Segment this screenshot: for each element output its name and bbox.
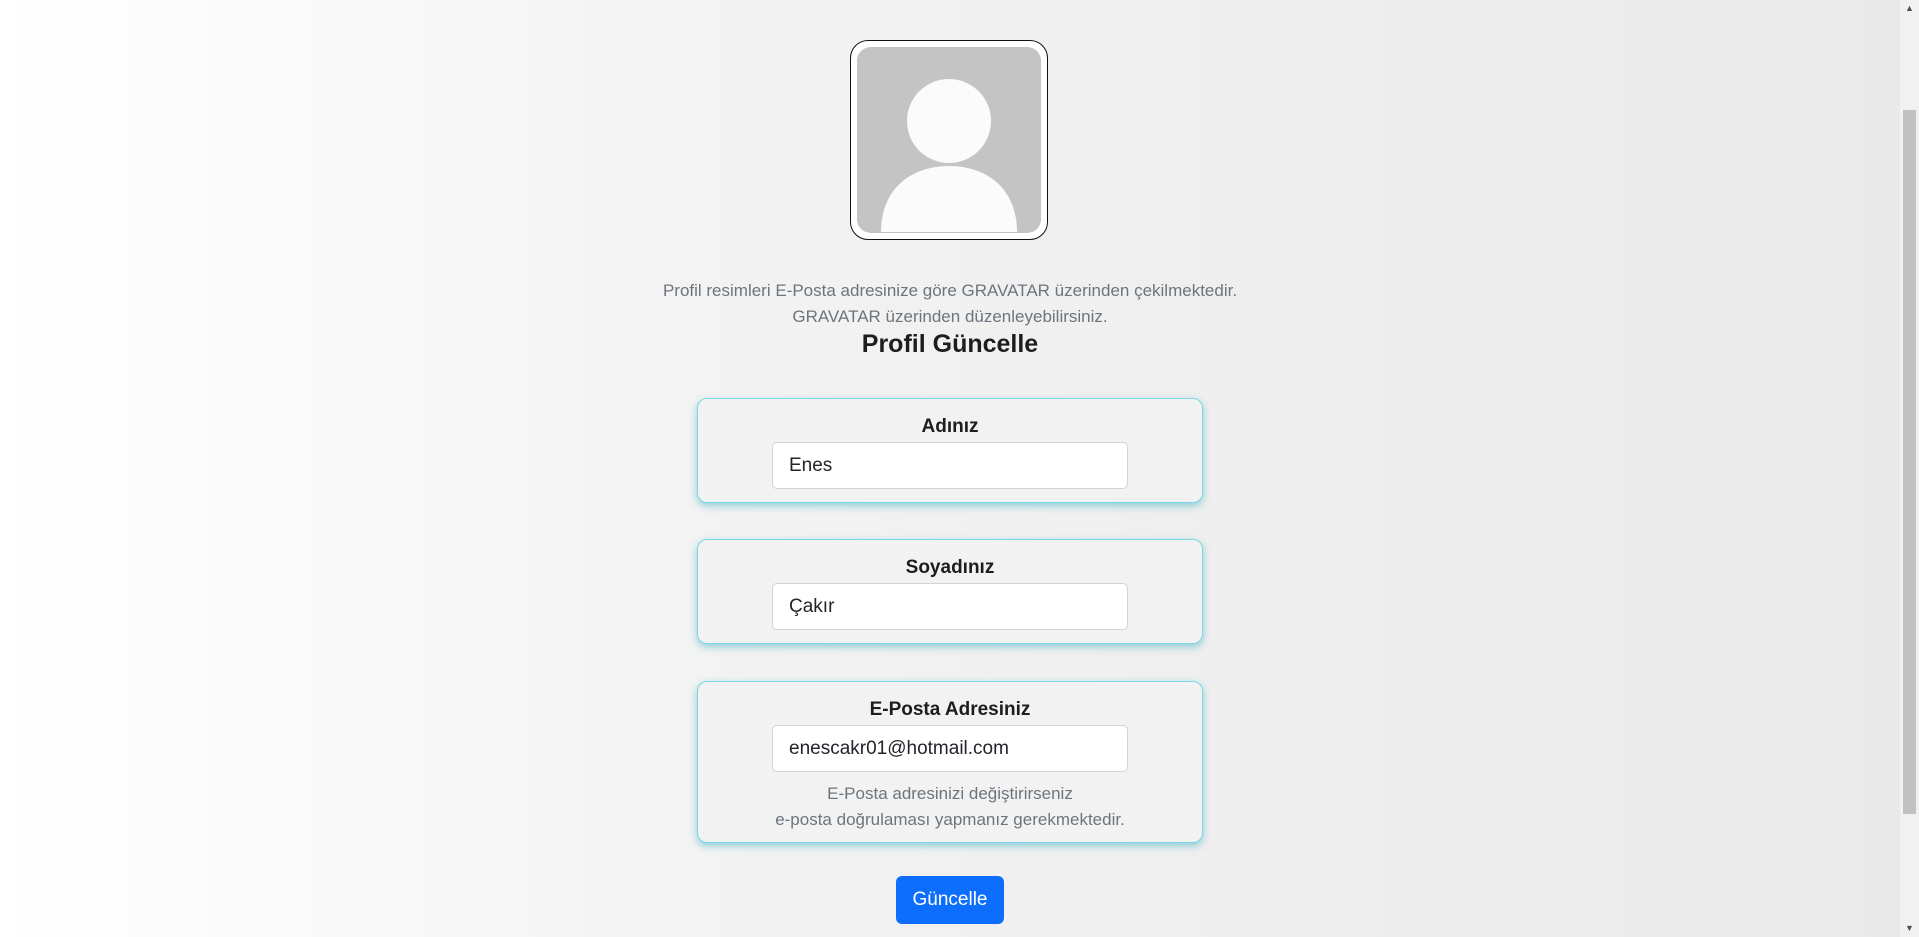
gravatar-info-line1: Profil resimleri E-Posta adresinize göre… [662,281,1238,300]
email-card: E-Posta Adresiniz E-Posta adresinizi değ… [697,681,1203,843]
page-title: Profil Güncelle [861,330,1039,358]
gravatar-info-line2: GRAVATAR üzerinden düzenleyebilirsiniz. [792,307,1108,326]
first-name-input[interactable] [772,442,1128,489]
email-input[interactable] [772,725,1128,772]
gravatar-info: Profil resimleri E-Posta adresinize göre… [0,278,1900,330]
scroll-down-arrow-icon[interactable]: ▼ [1900,920,1919,937]
default-user-avatar-icon [857,47,1041,233]
profile-avatar [850,40,1048,240]
update-button[interactable]: Güncelle [896,876,1004,924]
scrollbar-thumb[interactable] [1903,110,1916,814]
last-name-card: Soyadınız [697,539,1203,644]
vertical-scrollbar[interactable]: ▲ ▼ [1900,0,1919,937]
email-label: E-Posta Adresiniz [869,699,1031,720]
profile-page: Profil resimleri E-Posta adresinize göre… [0,0,1900,937]
first-name-label: Adınız [921,416,979,437]
last-name-label: Soyadınız [905,557,995,578]
first-name-card: Adınız [697,398,1203,503]
email-help-line1: E-Posta adresinizi değiştirirseniz [827,784,1073,803]
scroll-up-arrow-icon[interactable]: ▲ [1900,0,1919,17]
email-help-line2: e-posta doğrulaması yapmanız gerekmekted… [775,810,1125,829]
last-name-input[interactable] [772,583,1128,630]
email-help-text: E-Posta adresinizi değiştirirseniz e-pos… [698,781,1202,833]
